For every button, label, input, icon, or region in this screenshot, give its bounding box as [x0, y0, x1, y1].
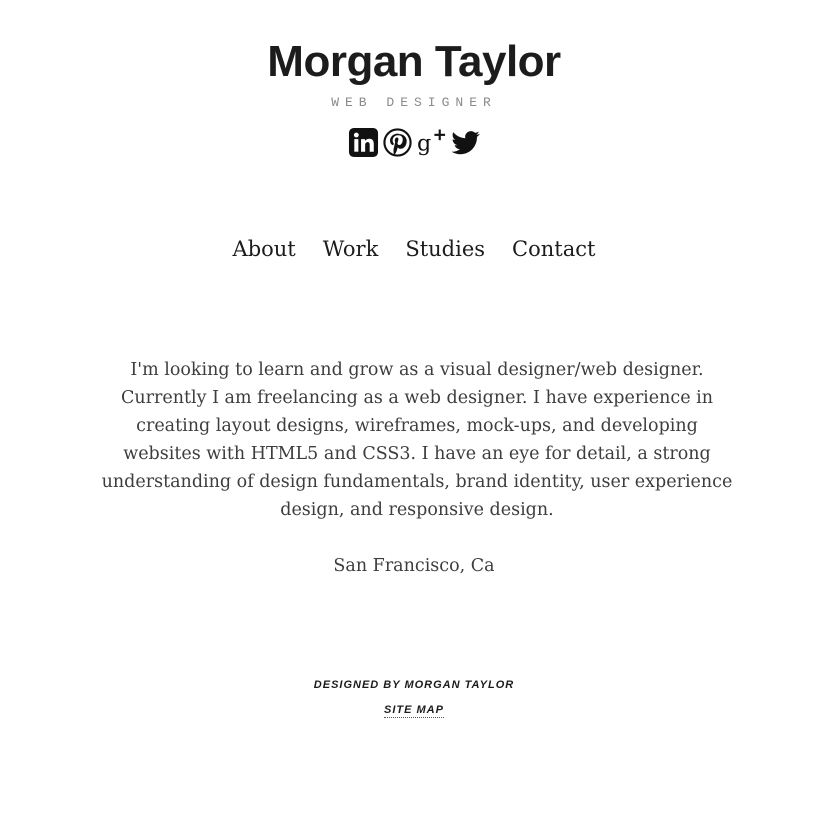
page: Morgan Taylor WEB DESIGNER g About Work …: [0, 0, 828, 828]
site-subtitle: WEB DESIGNER: [331, 95, 497, 110]
linkedin-icon: [348, 127, 378, 158]
social-links: g: [0, 127, 828, 158]
footer-links: SITE MAP: [0, 700, 828, 718]
location-text: San Francisco, Ca: [333, 556, 495, 576]
nav-about[interactable]: About: [233, 234, 296, 264]
pinterest-icon: [382, 128, 412, 157]
footer-credit: DESIGNED BY MORGAN TAYLOR: [313, 679, 515, 691]
bio-text: I'm looking to learn and grow as a visua…: [101, 360, 733, 520]
svg-text:g: g: [416, 130, 430, 156]
main-nav: About Work Studies Contact: [0, 234, 828, 264]
google-plus-icon: g: [416, 129, 445, 156]
site-title: Morgan Taylor: [267, 37, 561, 86]
sitemap-link[interactable]: SITE MAP: [384, 704, 444, 718]
pinterest-link[interactable]: [382, 127, 413, 158]
twitter-link[interactable]: [450, 127, 481, 158]
google-plus-link[interactable]: g: [416, 127, 447, 158]
twitter-icon: [450, 131, 480, 155]
nav-work[interactable]: Work: [323, 234, 379, 264]
nav-contact[interactable]: Contact: [512, 234, 595, 264]
linkedin-link[interactable]: [348, 127, 379, 158]
nav-studies[interactable]: Studies: [405, 234, 485, 264]
